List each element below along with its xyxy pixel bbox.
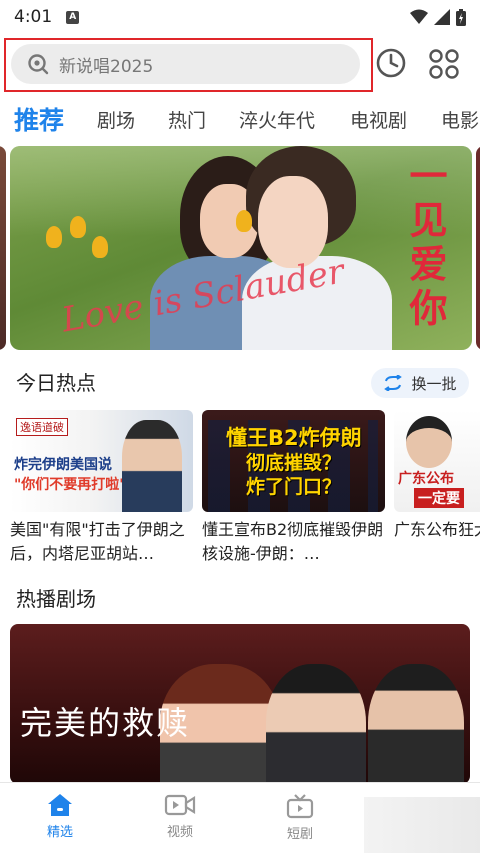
nav-featured[interactable]: 精选	[15, 793, 105, 849]
tab-quenching-era[interactable]: 淬火年代	[239, 98, 315, 144]
history-button[interactable]	[374, 46, 408, 80]
tab-movies[interactable]: 电影	[441, 98, 479, 144]
refresh-batch-button[interactable]: 换一批	[371, 368, 469, 398]
wifi-icon	[410, 9, 428, 24]
tab-theater[interactable]: 剧场	[97, 98, 135, 144]
apps-button[interactable]	[426, 46, 462, 82]
clock-icon	[376, 48, 406, 78]
banner-prev-peek[interactable]	[0, 146, 6, 350]
thumb-person	[122, 420, 182, 512]
news-card[interactable]: 逸语道破 炸完伊朗美国说 "你们不要再打啦" 美国"有限"打击了伊朗之后，内塔尼…	[10, 410, 193, 566]
signal-icon	[434, 9, 450, 25]
search-placeholder: 新说唱2025	[59, 56, 154, 77]
thumb-person	[406, 416, 452, 468]
tab-tv-series[interactable]: 电视剧	[350, 98, 407, 144]
status-indicators	[410, 8, 466, 26]
nav-short-drama-label: 短剧	[286, 827, 313, 842]
tulip-decoration	[70, 216, 86, 238]
section-title-hot-drama: 热播剧场	[16, 587, 96, 611]
banner-title: 一见爱你	[403, 156, 448, 332]
news-caption[interactable]: 美国"有限"打击了伊朗之后，内塔尼亚胡站…	[10, 518, 193, 566]
news-thumbnail[interactable]: 逸语道破 炸完伊朗美国说 "你们不要再打啦"	[10, 410, 193, 512]
section-title-hot-today: 今日热点	[16, 371, 96, 395]
drama-actor	[266, 664, 366, 784]
thumb-headline: 一定要	[414, 488, 464, 508]
banner-poster[interactable]: Love is Sclauder 一见爱你	[10, 146, 472, 350]
banner-actor-face	[258, 176, 328, 268]
search-icon	[28, 54, 49, 75]
hot-drama-header: 热播剧场	[0, 582, 480, 616]
status-bar: 4:01 A	[0, 0, 480, 34]
hot-news-list: 逸语道破 炸完伊朗美国说 "你们不要再打啦" 美国"有限"打击了伊朗之后，内塔尼…	[0, 410, 480, 570]
search-row: 新说唱2025	[0, 36, 480, 94]
tv-icon	[286, 794, 314, 819]
banner-next-peek[interactable]	[476, 146, 480, 350]
notification-icon: A	[66, 10, 80, 24]
thumb-tag: 逸语道破	[16, 418, 68, 436]
drama-poster[interactable]: 完美的救赎	[10, 624, 470, 784]
home-icon	[48, 794, 72, 816]
thumb-headline: 炸完伊朗美国说	[14, 457, 112, 473]
news-caption[interactable]: 懂王宣布B2彻底摧毁伊朗核设施-伊朗：…	[202, 518, 385, 566]
drama-title: 完美的救赎	[20, 704, 191, 742]
refresh-icon	[384, 375, 403, 391]
news-card[interactable]: 广东公布 一定要 广东公布狂犬病可防	[394, 410, 480, 566]
refresh-batch-label: 换一批	[411, 374, 457, 393]
nav-short-drama[interactable]: 短剧	[255, 793, 345, 849]
search-input[interactable]: 新说唱2025	[11, 44, 360, 84]
thumb-headline: 炸了门口？	[246, 476, 342, 498]
news-thumbnail[interactable]: 广东公布 一定要	[394, 410, 480, 512]
tulip-decoration	[236, 210, 252, 232]
thumb-headline: "你们不要再打啦"	[14, 477, 127, 493]
battery-icon	[456, 8, 466, 26]
category-tabs: 推荐 剧场 热门 淬火年代 电视剧 电影	[0, 98, 480, 144]
hot-today-header: 今日热点 换一批	[0, 366, 480, 400]
banner-carousel[interactable]: Love is Sclauder 一见爱你	[0, 146, 480, 350]
news-thumbnail[interactable]: 懂王B2炸伊朗 彻底摧毁？ 炸了门口？	[202, 410, 385, 512]
video-camera-icon	[164, 794, 196, 816]
thumb-headline: 彻底摧毁？	[246, 452, 342, 474]
nav-overlay	[364, 797, 480, 853]
tulip-decoration	[46, 226, 62, 248]
news-caption[interactable]: 广东公布狂犬病可防	[394, 518, 480, 566]
drama-actor	[368, 664, 464, 784]
status-time: 4:01	[14, 7, 53, 27]
bottom-nav: 精选 视频 短剧	[0, 782, 480, 853]
nav-video[interactable]: 视频	[135, 793, 225, 849]
tab-recommend[interactable]: 推荐	[14, 98, 64, 144]
thumb-headline: 广东公布	[398, 471, 454, 487]
four-dots-grid-icon	[429, 49, 459, 79]
news-card[interactable]: 懂王B2炸伊朗 彻底摧毁？ 炸了门口？ 懂王宣布B2彻底摧毁伊朗核设施-伊朗：…	[202, 410, 385, 566]
nav-featured-label: 精选	[46, 825, 73, 840]
tab-popular[interactable]: 热门	[168, 98, 206, 144]
tulip-decoration	[92, 236, 108, 258]
nav-video-label: 视频	[166, 825, 193, 840]
